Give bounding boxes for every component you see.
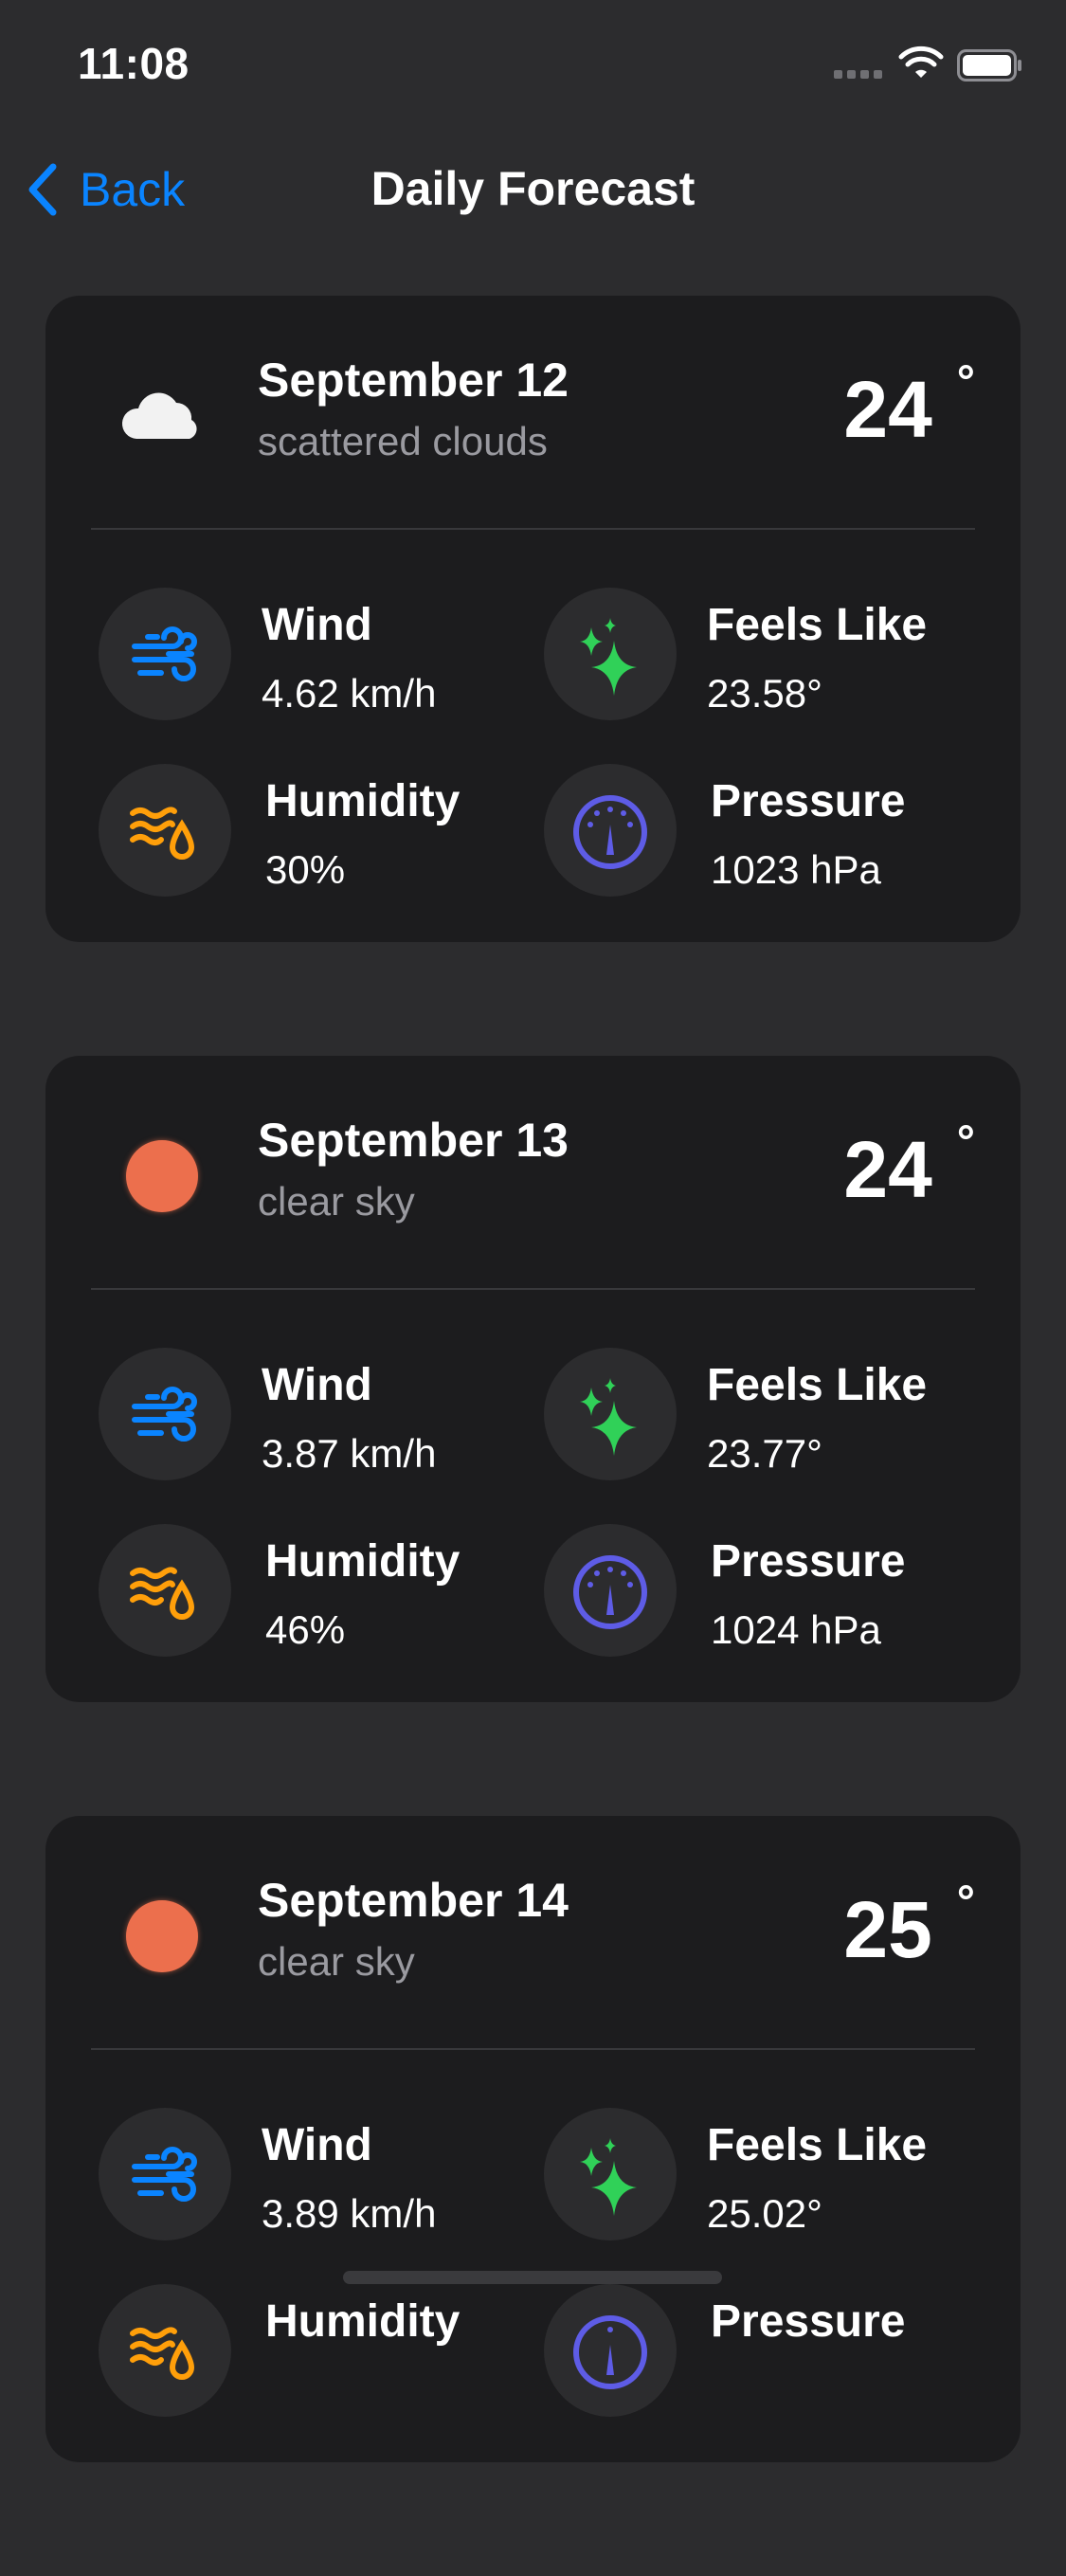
gauge-icon [544,764,677,897]
forecast-temperature: 24 ° [843,357,975,456]
forecast-date: September 13 [258,1114,569,1167]
feels-like-label: Feels Like [707,600,928,650]
forecast-date: September 12 [258,354,569,407]
forecast-description: clear sky [258,1179,415,1224]
degree-symbol: ° [956,1117,975,1168]
battery-icon [957,49,1021,82]
card-header: September 12 scattered clouds 24 ° [45,296,1021,528]
humidity-value: 30% [265,847,346,892]
feels-like-label: Feels Like [707,1360,928,1410]
sparkles-icon [544,2108,677,2240]
forecast-description: scattered clouds [258,419,548,463]
wind-value: 3.87 km/h [262,1431,437,1476]
humidity-icon [99,764,231,897]
card-header: September 14 clear sky 25 ° [45,1816,1021,2048]
sparkles-icon [544,588,677,720]
sun-icon [117,1892,207,1981]
degree-symbol: ° [956,357,975,408]
humidity-value: 46% [265,1607,346,1652]
cellular-signal-icon [834,70,882,79]
navigation-bar: Back Daily Forecast [0,142,1066,237]
feels-like-value: 25.02° [707,2191,822,2236]
forecast-description: clear sky [258,1939,415,1984]
gauge-icon [544,1524,677,1657]
pressure-label: Pressure [711,1536,906,1587]
pressure-value: 1023 hPa [711,847,881,892]
temperature-value: 25 [843,1885,932,1974]
wind-icon [99,588,231,720]
forecast-list: September 12 scattered clouds 24 ° Wind … [45,296,1021,2576]
feels-like-label: Feels Like [707,2120,928,2170]
wind-value: 3.89 km/h [262,2191,437,2236]
forecast-card[interactable]: September 13 clear sky 24 ° Wind 3.87 km… [45,1056,1021,1702]
wind-icon [99,2108,231,2240]
forecast-temperature: 24 ° [843,1117,975,1216]
temperature-value: 24 [843,365,932,454]
forecast-temperature: 25 ° [843,1878,975,1976]
feels-like-value: 23.77° [707,1431,822,1476]
divider [91,1288,975,1290]
pressure-label: Pressure [711,776,906,826]
page-title: Daily Forecast [370,162,696,215]
wifi-icon [898,45,944,78]
sun-icon [117,1132,207,1221]
feels-like-value: 23.58° [707,671,822,716]
humidity-label: Humidity [265,776,461,826]
degree-symbol: ° [956,1878,975,1928]
gauge-icon [544,2284,677,2417]
wind-label: Wind [262,1360,372,1410]
humidity-label: Humidity [265,2296,461,2347]
divider [91,528,975,530]
forecast-card[interactable]: September 12 scattered clouds 24 ° Wind … [45,296,1021,942]
humidity-label: Humidity [265,1536,461,1587]
wind-label: Wind [262,2120,372,2170]
wind-icon [99,1348,231,1480]
humidity-icon [99,1524,231,1657]
wind-label: Wind [262,600,372,650]
sparkles-icon [544,1348,677,1480]
status-time: 11:08 [78,39,190,88]
card-header: September 13 clear sky 24 ° [45,1056,1021,1288]
forecast-date: September 14 [258,1874,569,1927]
divider [91,2048,975,2050]
status-bar: 11:08 [0,0,1066,125]
home-indicator[interactable] [343,2271,722,2284]
humidity-icon [99,2284,231,2417]
pressure-value: 1024 hPa [711,1607,881,1652]
temperature-value: 24 [843,1125,932,1214]
pressure-label: Pressure [711,2296,906,2347]
wind-value: 4.62 km/h [262,671,437,716]
cloud-icon [117,372,207,461]
forecast-card[interactable]: September 14 clear sky 25 ° Wind 3.89 km… [45,1816,1021,2462]
